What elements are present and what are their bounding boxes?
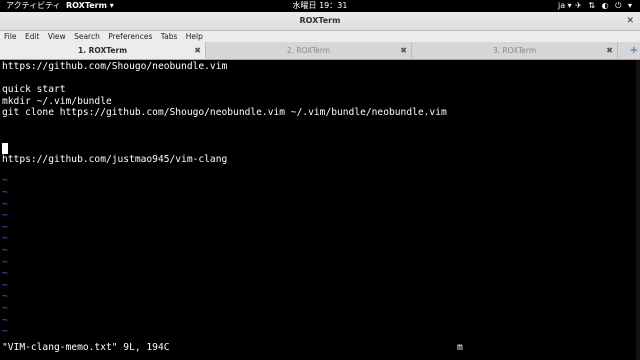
tab-2[interactable]: 2. ROXTerm ✖ <box>206 42 412 59</box>
terminal-line: git clone https://github.com/Shougo/neob… <box>2 107 447 119</box>
terminal-line: quick start <box>2 84 66 96</box>
vim-empty-line-tilde: ~ <box>2 198 8 210</box>
top-bar: アクティビティ ROXTerm ▾ 水曜日 19：31 ja ▾ ✈ ⇅ ◐ ⏻… <box>0 0 640 12</box>
menu-view[interactable]: View <box>45 31 69 42</box>
menu-edit[interactable]: Edit <box>22 31 43 42</box>
vim-empty-line-tilde: ~ <box>2 314 8 326</box>
vim-empty-line-tilde: ~ <box>2 291 8 303</box>
menu-search[interactable]: Search <box>71 31 103 42</box>
window-title: ROXTerm <box>299 16 341 25</box>
vim-empty-line-tilde: ~ <box>2 233 8 245</box>
window-titlebar[interactable]: ROXTerm ✕ <box>0 12 640 31</box>
tab-close-icon[interactable]: ✖ <box>400 42 407 59</box>
text-cursor <box>2 143 8 154</box>
menu-bar: File Edit View Search Preferences Tabs H… <box>0 31 640 42</box>
volume-icon: ◐ <box>601 1 611 10</box>
tab-close-icon[interactable]: ✖ <box>194 42 201 59</box>
airplane-icon: ✈ <box>575 1 584 10</box>
window-close-button[interactable]: ✕ <box>626 12 634 30</box>
clock[interactable]: 水曜日 19：31 <box>293 1 348 10</box>
tab-label: 3. ROXTerm <box>492 46 537 55</box>
new-tab-icon[interactable]: + <box>630 42 638 59</box>
vim-empty-line-tilde: ~ <box>2 187 8 198</box>
menu-preferences[interactable]: Preferences <box>105 31 155 42</box>
vim-mode-indicator: m <box>457 342 463 353</box>
vim-empty-line-tilde: ~ <box>2 256 8 268</box>
vim-empty-line-tilde: ~ <box>2 221 8 233</box>
terminal-line: https://github.com/justmao945/vim-clang <box>2 153 228 165</box>
vim-empty-line-tilde: ~ <box>2 268 8 280</box>
menu-file[interactable]: File <box>0 31 20 42</box>
tab-3[interactable]: 3. ROXTerm ✖ <box>412 42 618 59</box>
terminal-line: https://github.com/Shougo/neobundle.vim <box>2 61 228 72</box>
terminal-line: mkdir ~/.vim/bundle <box>2 95 112 107</box>
terminal-area[interactable]: "VIM-clang-memo.txt" 9L, 194C m https://… <box>0 60 640 360</box>
menu-help[interactable]: Help <box>183 31 206 42</box>
tab-1[interactable]: 1. ROXTerm ✖ <box>0 42 206 59</box>
input-language-selector[interactable]: ja ▾ <box>558 0 572 12</box>
scrollbar[interactable] <box>636 60 640 360</box>
network-icon: ⇅ <box>588 1 598 10</box>
vim-empty-line-tilde: ~ <box>2 210 8 222</box>
vim-status-line: "VIM-clang-memo.txt" 9L, 194C <box>2 342 170 353</box>
vim-empty-line-tilde: ~ <box>2 326 8 338</box>
power-icon: ⏻ ▾ <box>615 1 634 10</box>
activities-button[interactable]: アクティビティ <box>6 0 61 12</box>
tab-bar: 1. ROXTerm ✖ 2. ROXTerm ✖ 3. ROXTerm ✖ + <box>0 42 640 60</box>
tab-label: 1. ROXTerm <box>77 46 128 55</box>
vim-empty-line-tilde: ~ <box>2 303 8 314</box>
vim-empty-line-tilde: ~ <box>2 175 8 187</box>
vim-empty-line-tilde: ~ <box>2 279 8 291</box>
tab-close-icon[interactable]: ✖ <box>606 42 613 59</box>
menu-tabs[interactable]: Tabs <box>158 31 181 42</box>
app-menu-button[interactable]: ROXTerm ▾ <box>66 0 114 12</box>
tab-label: 2. ROXTerm <box>286 46 331 55</box>
vim-empty-line-tilde: ~ <box>2 245 8 256</box>
system-tray[interactable]: ✈ ⇅ ◐ ⏻ ▾ <box>575 0 634 12</box>
